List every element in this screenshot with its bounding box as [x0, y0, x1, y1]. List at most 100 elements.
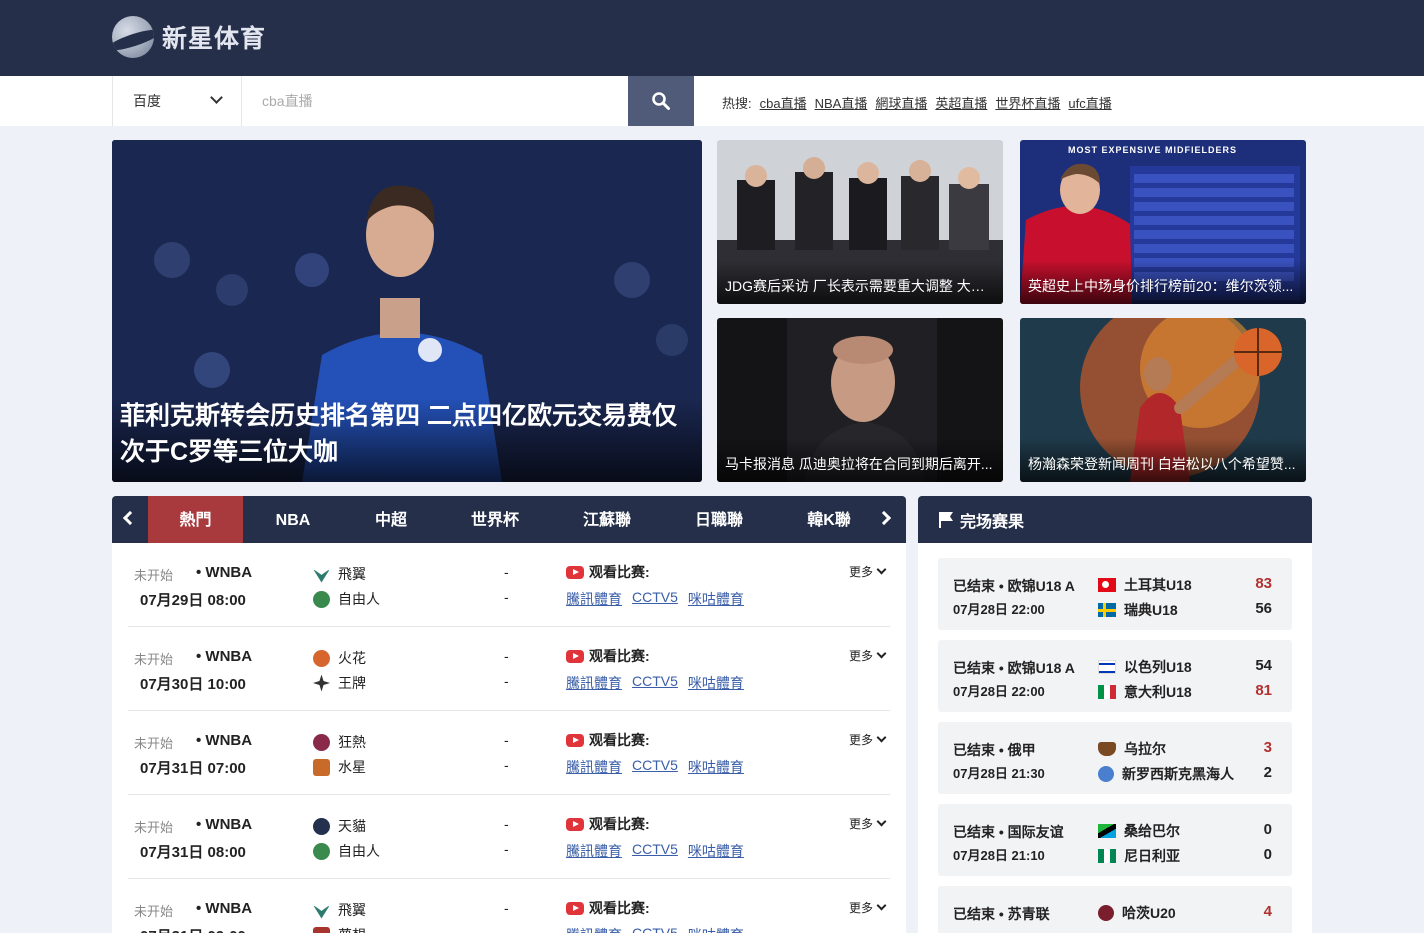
channel-link[interactable]: CCTV5 [632, 841, 678, 861]
away-team[interactable]: 夢想 [313, 925, 366, 933]
away-team[interactable]: 自由人 [313, 841, 380, 861]
hearts-crest-icon [1098, 905, 1114, 921]
tab-world-cup[interactable]: 世界杯 [450, 496, 540, 543]
more-button[interactable]: 更多 [849, 563, 887, 580]
team-name: 飛翼 [338, 566, 366, 582]
match-league: • WNBA [196, 732, 253, 749]
away-team[interactable]: 水星 [313, 757, 366, 777]
channel-link[interactable]: CCTV5 [632, 589, 678, 609]
hot-link[interactable]: cba直播 [760, 93, 807, 112]
channel-links: 騰訊體育 CCTV5 咪咕體育 [566, 589, 744, 609]
tab-jiangsu-league[interactable]: 江蘇聯 [562, 496, 652, 543]
tab-csl[interactable]: 中超 [346, 496, 436, 543]
result-card[interactable]: 已结束 • 俄甲 07月28日 21:30 乌拉尔 新罗西斯克黑海人 3 2 [938, 722, 1292, 794]
result-home-score: 4 [1263, 903, 1272, 920]
hot-link[interactable]: NBA直播 [815, 93, 868, 112]
match-row: 未开始 • WNBA 07月31日 07:00 狂熱 水星 - - 观看比赛: … [128, 711, 890, 795]
channel-link[interactable]: 咪咕體育 [688, 589, 744, 609]
team-name: 自由人 [338, 843, 380, 859]
watch-label: 观看比赛: [566, 562, 650, 582]
channel-link[interactable]: 騰訊體育 [566, 757, 622, 777]
result-card[interactable]: 已结束 • 苏青联 哈茨U20 4 [938, 886, 1292, 933]
news-item[interactable]: 杨瀚森荣登新闻周刊 白岩松以八个希望赞... [1020, 318, 1306, 482]
team-logo-icon [313, 842, 330, 860]
channel-link[interactable]: CCTV5 [632, 757, 678, 777]
result-away: 尼日利亚 [1098, 846, 1180, 866]
home-team[interactable]: 狂熱 [313, 732, 366, 752]
hot-link[interactable]: 網球直播 [875, 93, 927, 112]
result-away: 新罗西斯克黑海人 [1098, 764, 1234, 784]
channel-link[interactable]: CCTV5 [632, 925, 678, 933]
tabs-prev-icon[interactable] [122, 510, 138, 526]
result-away: 瑞典U18 [1098, 600, 1178, 620]
match-time: 07月31日 09:00 [140, 925, 246, 933]
channel-link[interactable]: 騰訊體育 [566, 841, 622, 861]
search-button[interactable] [628, 76, 694, 126]
news-main-title: 菲利克斯转会历史排名第四 二点四亿欧元交易费仅次于C罗等三位大咖 [112, 398, 702, 482]
news-item[interactable]: 马卡报消息 瓜迪奥拉将在合同到期后离开... [717, 318, 1003, 482]
hot-link[interactable]: ufc直播 [1068, 93, 1111, 112]
channel-link[interactable]: 咪咕體育 [688, 673, 744, 693]
match-row: 未开始 • WNBA 07月31日 09:00 飛翼 夢想 - - 观看比赛: … [128, 879, 890, 933]
channel-link[interactable]: CCTV5 [632, 673, 678, 693]
ural-crest-icon [1098, 742, 1116, 756]
channel-link[interactable]: 騰訊體育 [566, 673, 622, 693]
team-name: 水星 [338, 759, 366, 775]
match-time: 07月31日 07:00 [140, 760, 246, 777]
match-row: 未开始 • WNBA 07月29日 08:00 飛翼 自由人 - - 观看比赛:… [128, 543, 890, 627]
result-status-league: 已结束 • 苏青联 [953, 906, 1050, 922]
result-card[interactable]: 已结束 • 欧锦U18 A 07月28日 22:00 土耳其U18 瑞典U18 … [938, 558, 1292, 630]
home-team[interactable]: 火花 [313, 648, 366, 668]
play-icon [566, 649, 584, 663]
match-status: 未开始 [134, 568, 174, 583]
news-item-title: JDG赛后采访 厂长表示需要重大调整 大家... [717, 260, 1003, 304]
channel-link[interactable]: 騰訊體育 [566, 925, 622, 933]
match-status: 未开始 [134, 820, 174, 835]
channel-link[interactable]: 咪咕體育 [688, 757, 744, 777]
match-league-name: WNBA [205, 900, 253, 917]
hot-link[interactable]: 英超直播 [935, 93, 987, 112]
channel-link[interactable]: 騰訊體育 [566, 589, 622, 609]
tab-j-league[interactable]: 日職聯 [674, 496, 764, 543]
site-logo[interactable]: 新星体育 [112, 16, 266, 58]
home-score: - [504, 732, 509, 748]
home-team[interactable]: 飛翼 [313, 900, 366, 920]
channel-link[interactable]: 咪咕體育 [688, 841, 744, 861]
chernomorets-crest-icon [1098, 766, 1114, 782]
hot-link[interactable]: 世界杯直播 [995, 93, 1060, 112]
result-card[interactable]: 已结束 • 欧锦U18 A 07月28日 22:00 以色列U18 意大利U18… [938, 640, 1292, 712]
search-engine-select[interactable]: 百度 [112, 76, 242, 126]
result-away-score: 0 [1263, 846, 1272, 863]
tab-nba[interactable]: NBA [248, 496, 338, 543]
tabs-next-icon[interactable] [876, 510, 892, 526]
search-input[interactable] [242, 76, 628, 126]
more-button[interactable]: 更多 [849, 731, 887, 748]
tab-hot[interactable]: 熱門 [148, 496, 243, 543]
home-score: - [504, 648, 509, 664]
result-status-league: 已结束 • 国际友谊 [953, 824, 1064, 840]
more-button[interactable]: 更多 [849, 647, 887, 664]
site-header: 新星体育 [0, 0, 1424, 76]
result-away-score: 2 [1263, 764, 1272, 781]
home-team[interactable]: 天貓 [313, 816, 366, 836]
news-item[interactable]: JDG赛后采访 厂长表示需要重大调整 大家... [717, 140, 1003, 304]
match-status: 未开始 [134, 736, 174, 751]
home-score: - [504, 564, 509, 580]
away-score: - [504, 841, 509, 857]
match-row: 未开始 • WNBA 07月30日 10:00 火花 王牌 - - 观看比赛: … [128, 627, 890, 711]
news-thumb-heading: MOST EXPENSIVE MIDFIELDERS [1068, 145, 1238, 155]
tab-k-league[interactable]: 韓K聯 [784, 496, 874, 543]
team-name: 王牌 [338, 675, 366, 691]
result-card[interactable]: 已结束 • 国际友谊 07月28日 21:10 桑给巴尔 尼日利亚 0 0 [938, 804, 1292, 876]
home-team[interactable]: 飛翼 [313, 564, 366, 584]
away-team[interactable]: 王牌 [313, 673, 366, 693]
news-main[interactable]: 菲利克斯转会历史排名第四 二点四亿欧元交易费仅次于C罗等三位大咖 [112, 140, 702, 482]
channel-link[interactable]: 咪咕體育 [688, 925, 744, 933]
logo-icon [112, 16, 154, 58]
more-button[interactable]: 更多 [849, 815, 887, 832]
result-time: 07月28日 21:10 [953, 848, 1045, 863]
away-team[interactable]: 自由人 [313, 589, 380, 609]
news-item[interactable]: MOST EXPENSIVE MIDFIELDERS 英超史上中场身价排行榜前2… [1020, 140, 1306, 304]
more-button[interactable]: 更多 [849, 899, 887, 916]
match-league: • WNBA [196, 900, 253, 917]
